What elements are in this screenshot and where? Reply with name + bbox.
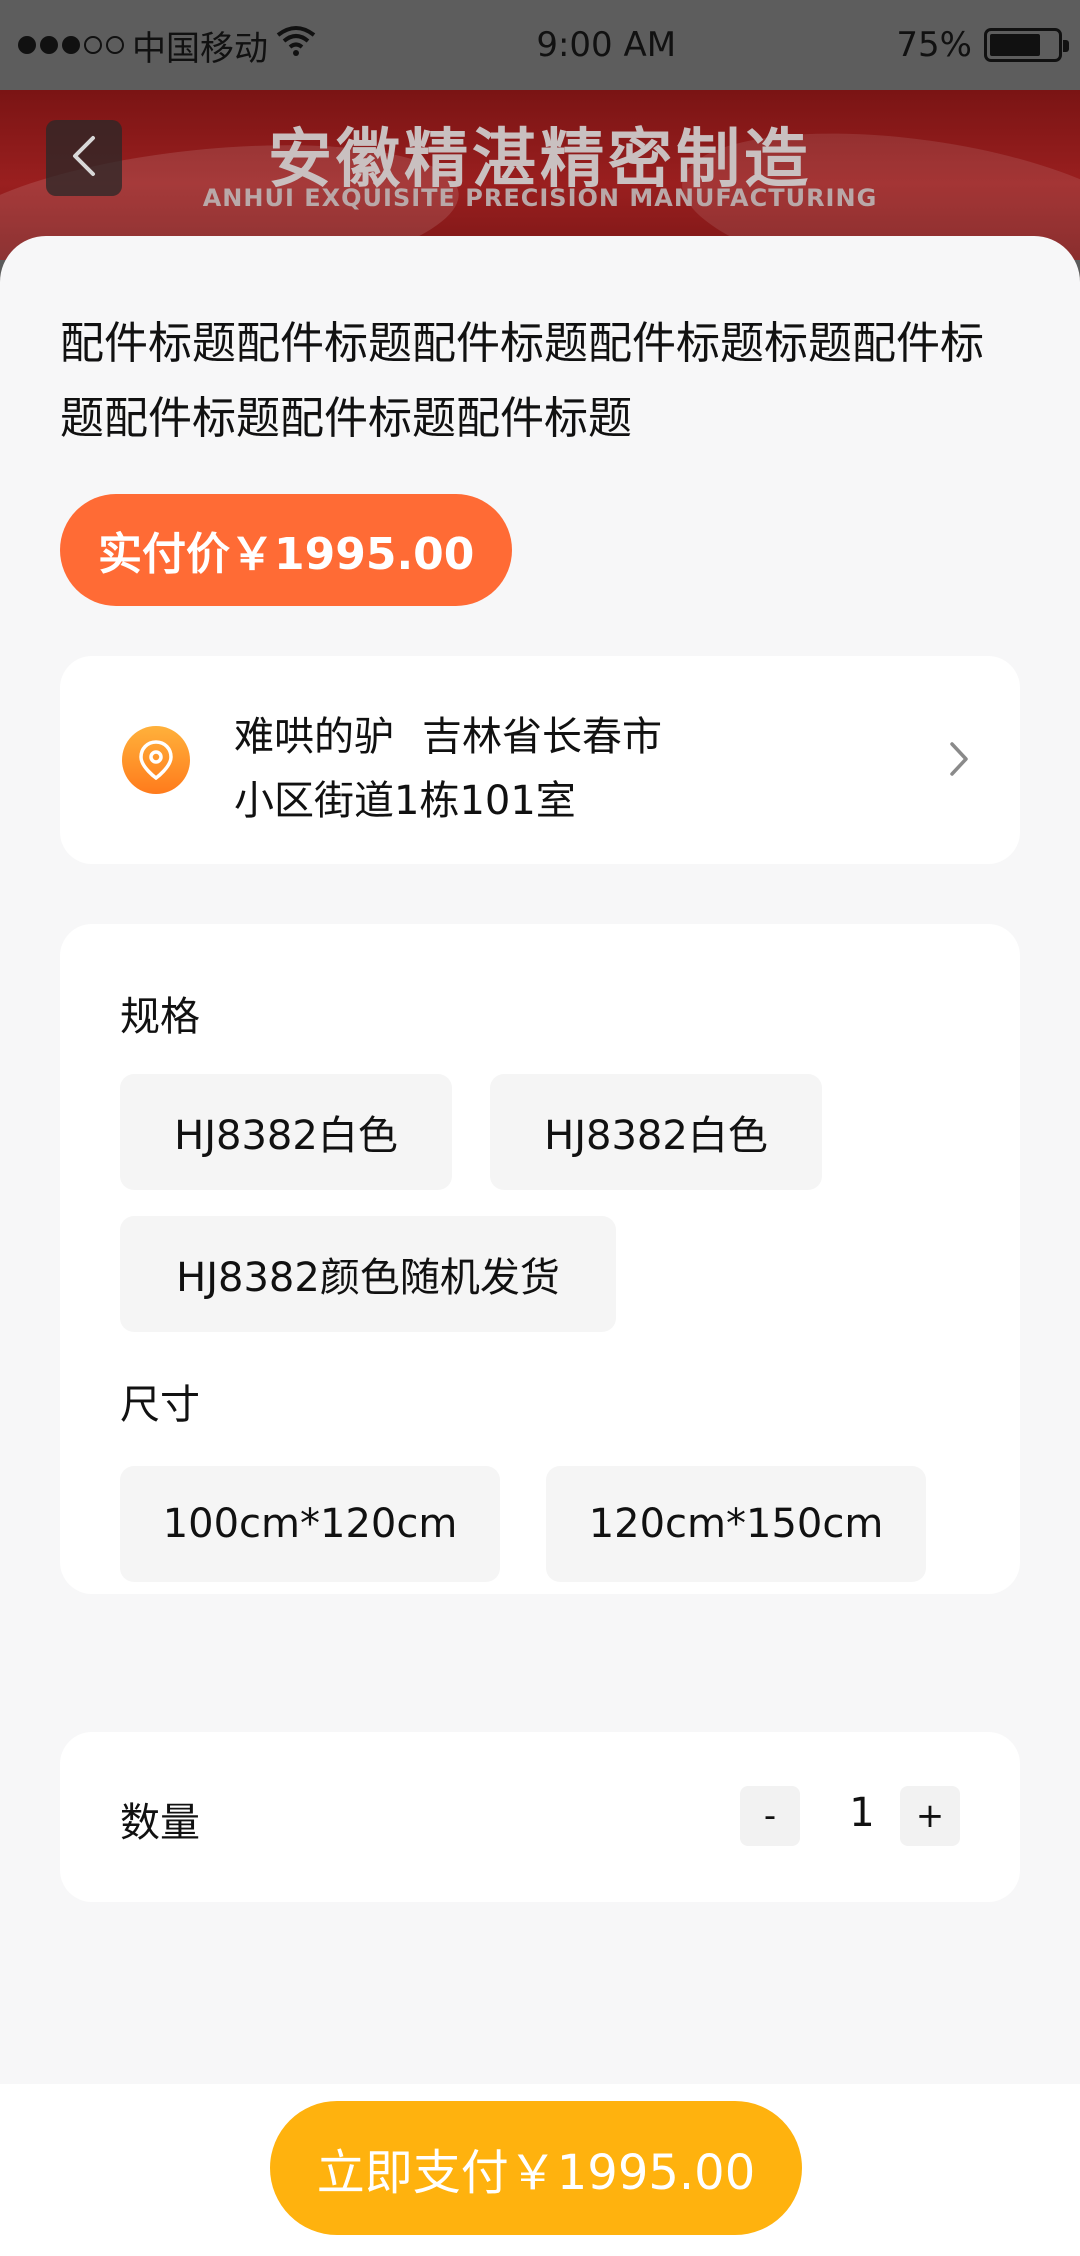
spec-option-3[interactable]: HJ8382颜色随机发货 (120, 1216, 616, 1332)
signal-icon (18, 36, 124, 54)
address-line-1: 难哄的驴 吉林省长春市 (234, 704, 662, 762)
bottom-bar: 立即支付￥1995.00 (0, 2084, 1080, 2256)
status-bar: 中国移动 9:00 AM 75% (0, 0, 1080, 90)
banner-subtitle: ANHUI EXQUISITE PRECISION MANUFACTURING (202, 184, 878, 212)
size-option-1[interactable]: 100cm*120cm (120, 1466, 500, 1582)
recipient-name: 难哄的驴 (234, 714, 394, 760)
carrier-label: 中国移动 (132, 28, 268, 69)
pay-now-button[interactable]: 立即支付￥1995.00 (270, 2101, 802, 2235)
quantity-label: 数量 (120, 1800, 200, 1846)
status-time: 9:00 AM (536, 25, 677, 65)
size-option-2[interactable]: 120cm*150cm (546, 1466, 926, 1582)
spec-option-2[interactable]: HJ8382白色 (490, 1074, 822, 1190)
price-pill: 实付价￥1995.00 (60, 494, 513, 606)
address-detail: 小区街道1栋101室 (234, 778, 576, 824)
wifi-icon (276, 25, 316, 66)
quantity-card: 数量 - 1 + (60, 1732, 1020, 1902)
address-card[interactable]: 难哄的驴 吉林省长春市 小区街道1栋101室 (60, 656, 1020, 864)
quantity-value[interactable]: 1 (836, 1790, 888, 1836)
purchase-sheet: 配件标题配件标题配件标题配件标题标题配件标题配件标题配件标题配件标题 实付价￥1… (0, 236, 1080, 2084)
status-left: 中国移动 (18, 21, 316, 70)
banner: 安徽精湛精密制造 ANHUI EXQUISITE PRECISION MANUF… (0, 90, 1080, 260)
battery-percent: 75% (896, 25, 972, 65)
address-region: 吉林省长春市 (422, 714, 662, 760)
location-icon (122, 726, 190, 794)
spec-option-1[interactable]: HJ8382白色 (120, 1074, 452, 1190)
size-label: 尺寸 (120, 1382, 200, 1428)
battery-icon (984, 28, 1069, 62)
spec-label: 规格 (120, 994, 200, 1040)
product-title: 配件标题配件标题配件标题配件标题标题配件标题配件标题配件标题配件标题 (60, 318, 984, 444)
quantity-minus-button[interactable]: - (740, 1786, 800, 1846)
chevron-right-icon (948, 740, 970, 782)
quantity-plus-button[interactable]: + (900, 1786, 960, 1846)
status-right: 75% (896, 25, 1069, 65)
